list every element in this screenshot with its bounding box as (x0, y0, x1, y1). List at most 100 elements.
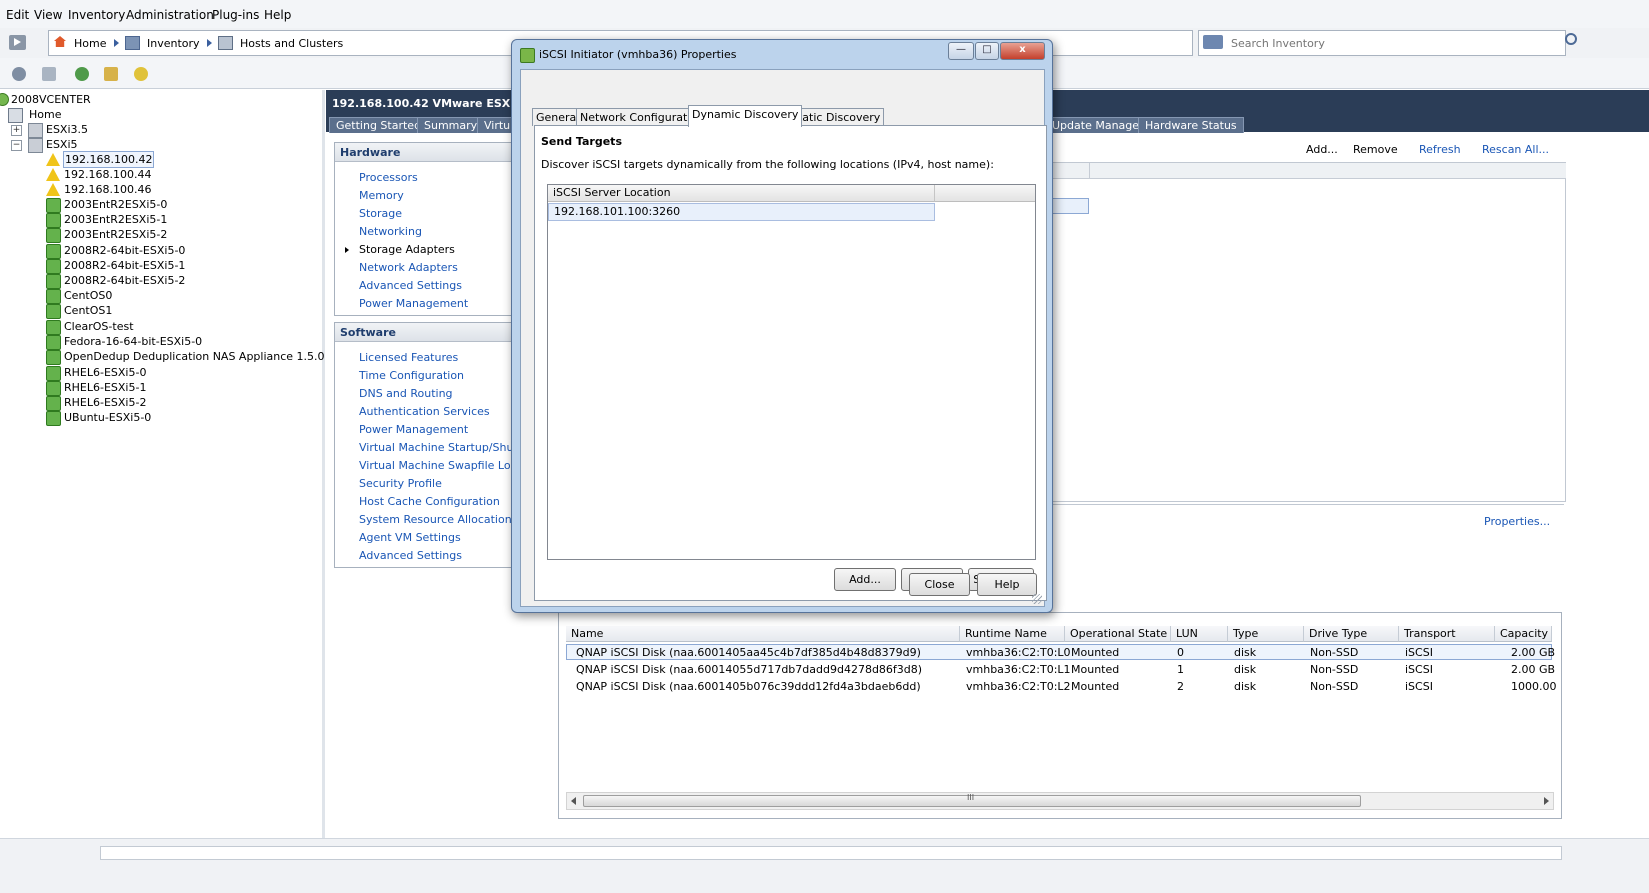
hardware-panel: Hardware Processors Memory Storage Netwo… (334, 142, 516, 316)
column-header-operational-state[interactable]: Operational State (1065, 626, 1171, 642)
link-advanced-settings[interactable]: Advanced Settings (359, 279, 462, 292)
link-licensed-features[interactable]: Licensed Features (359, 351, 458, 364)
adapter-add-link[interactable]: Add... (1306, 143, 1338, 156)
tab-dynamic-discovery[interactable]: Dynamic Discovery (688, 105, 803, 127)
tab-summary[interactable]: Summary (417, 117, 485, 133)
breadcrumb-home[interactable]: Home (74, 37, 106, 50)
link-host-cache-configuration[interactable]: Host Cache Configuration (359, 495, 500, 508)
link-storage-adapters[interactable]: Storage Adapters (359, 243, 455, 256)
close-button[interactable]: Close (909, 573, 970, 596)
snapshot-icon[interactable] (104, 67, 118, 81)
datacenter-icon (8, 108, 23, 123)
adapter-remove-link[interactable]: Remove (1353, 143, 1398, 156)
horizontal-scrollbar[interactable]: III (566, 792, 1554, 810)
host-warning-icon (46, 183, 60, 196)
column-header-server-location[interactable]: iSCSI Server Location (548, 185, 935, 202)
vm-icon (46, 228, 61, 243)
column-header-transport[interactable]: Transport (1399, 626, 1495, 642)
properties-link[interactable]: Properties... (1484, 515, 1550, 528)
column-header-type[interactable]: Type (1228, 626, 1304, 642)
adapters-list (1048, 162, 1566, 502)
vm-icon (46, 411, 61, 426)
link-agent-vm-settings[interactable]: Agent VM Settings (359, 531, 461, 544)
collapse-icon[interactable]: − (11, 140, 22, 151)
status-panel (100, 846, 1562, 860)
dialog-body: General Network Configuration Dynamic Di… (520, 69, 1047, 607)
section-description: Discover iSCSI targets dynamically from … (541, 158, 994, 171)
breadcrumb-inventory[interactable]: Inventory (147, 37, 200, 50)
search-icon[interactable] (1565, 33, 1577, 45)
forward-arrow-icon[interactable] (9, 35, 26, 50)
tab-update-manager[interactable]: Update Manager (1045, 117, 1151, 133)
expand-icon[interactable]: + (11, 125, 22, 136)
link-authentication-services[interactable]: Authentication Services (359, 405, 490, 418)
link-storage[interactable]: Storage (359, 207, 402, 220)
menu-inventory[interactable]: Inventory (68, 8, 125, 22)
home-icon (54, 36, 66, 47)
adapters-column-header (1049, 163, 1089, 179)
cluster-icon (28, 123, 43, 138)
vcenter-icon (0, 93, 9, 106)
breadcrumb-arrow-icon (207, 39, 212, 47)
target-row-selected[interactable]: 192.168.101.100:3260 (548, 203, 935, 221)
scroll-right-icon[interactable] (1544, 797, 1549, 805)
breadcrumb-arrow-icon (114, 39, 119, 47)
column-header-runtime-name[interactable]: Runtime Name (960, 626, 1065, 642)
link-power-management[interactable]: Power Management (359, 297, 468, 310)
column-header-drive-type[interactable]: Drive Type (1304, 626, 1399, 642)
link-memory[interactable]: Memory (359, 189, 404, 202)
menu-view[interactable]: View (34, 8, 62, 22)
add-target-button[interactable]: Add... (834, 568, 896, 591)
vm-icon (46, 350, 61, 365)
permissions-icon[interactable] (134, 67, 148, 81)
search-input[interactable] (1229, 34, 1553, 52)
link-advanced-settings[interactable]: Advanced Settings (359, 549, 462, 562)
link-time-configuration[interactable]: Time Configuration (359, 369, 464, 382)
breadcrumb-hosts-and-clusters[interactable]: Hosts and Clusters (240, 37, 343, 50)
help-button[interactable]: Help (977, 573, 1037, 596)
link-security-profile[interactable]: Security Profile (359, 477, 442, 490)
link-system-resource-allocation[interactable]: System Resource Allocation (359, 513, 512, 526)
scroll-left-icon[interactable] (571, 797, 576, 805)
link-network-adapters[interactable]: Network Adapters (359, 261, 458, 274)
minimize-button[interactable]: — (948, 42, 974, 60)
resize-grip-icon[interactable] (1032, 594, 1042, 604)
column-header-empty (935, 185, 1035, 202)
scrollbar-thumb[interactable]: III (583, 793, 1361, 807)
device-lun: 2 (1177, 680, 1184, 693)
inventory-tree: 2008VCENTER Home + ESXi3.5 − ESXi5 192.1… (0, 90, 325, 838)
column-header-name[interactable]: Name (566, 626, 960, 642)
column-header-lun[interactable]: LUN (1171, 626, 1228, 642)
adapter-row-selected[interactable] (1049, 198, 1089, 214)
tab-getting-started[interactable]: Getting Started (329, 117, 429, 133)
device-lun: 1 (1177, 663, 1184, 676)
vm-icon (46, 304, 61, 319)
refresh-host-icon[interactable] (12, 67, 26, 81)
adapter-rescan-link[interactable]: Rescan All... (1482, 143, 1549, 156)
search-scope-dropdown-icon[interactable] (1203, 35, 1223, 49)
device-transport: iSCSI (1405, 663, 1433, 676)
link-power-management[interactable]: Power Management (359, 423, 468, 436)
vm-icon (46, 274, 61, 289)
tab-hardware-status[interactable]: Hardware Status (1138, 117, 1244, 133)
column-header-capacity[interactable]: Capacity (1495, 626, 1552, 642)
adapter-refresh-link[interactable]: Refresh (1419, 143, 1461, 156)
menu-administration[interactable]: Administration (126, 8, 214, 22)
inventory-icon (125, 36, 140, 50)
menu-plugins[interactable]: Plug-ins (212, 8, 259, 22)
adapters-column-header (1089, 163, 1566, 179)
new-cluster-icon[interactable] (42, 67, 56, 81)
menu-edit[interactable]: Edit (6, 8, 29, 22)
link-processors[interactable]: Processors (359, 171, 418, 184)
host-warning-icon (46, 168, 60, 181)
search-vm-icon[interactable] (75, 67, 89, 81)
link-dns-routing[interactable]: DNS and Routing (359, 387, 453, 400)
link-networking[interactable]: Networking (359, 225, 422, 238)
device-state: Mounted (1071, 663, 1120, 676)
section-title: Send Targets (541, 135, 622, 148)
close-window-button[interactable]: x (1000, 42, 1045, 60)
maximize-button[interactable]: □ (975, 42, 999, 60)
dialog-title: iSCSI Initiator (vmhba36) Properties (539, 48, 737, 61)
iscsi-properties-dialog: iSCSI Initiator (vmhba36) Properties — □… (511, 39, 1053, 613)
menu-help[interactable]: Help (264, 8, 291, 22)
